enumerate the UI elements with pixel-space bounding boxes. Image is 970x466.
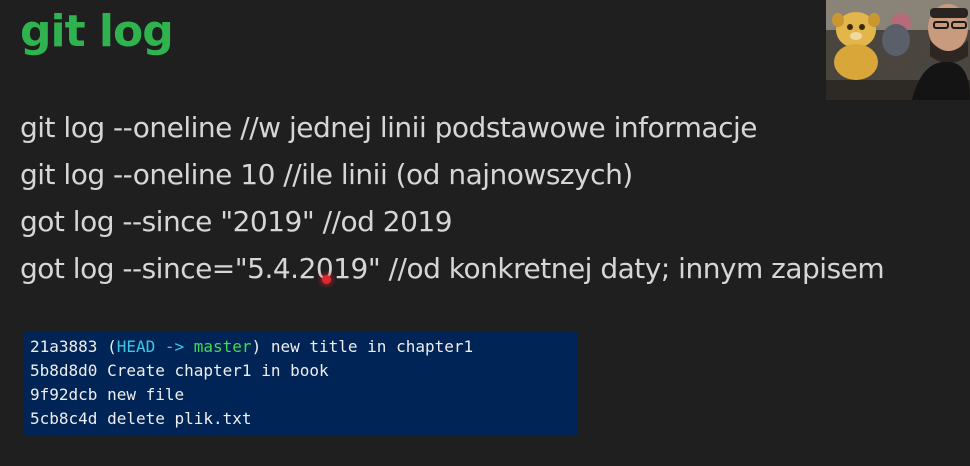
webcam-overlay xyxy=(826,0,970,100)
ref-arrow: -> xyxy=(155,337,194,356)
terminal-line: 21a3883 (HEAD -> master) new title in ch… xyxy=(30,335,572,359)
command-list: git log --oneline //w jednej linii podst… xyxy=(20,104,885,292)
paren-close: ) xyxy=(251,337,262,356)
slide-title: git log xyxy=(20,6,174,57)
commit-message: new title in chapter1 xyxy=(261,337,474,356)
terminal-line: 9f92dcb new file xyxy=(30,385,185,404)
paren-open: ( xyxy=(97,337,117,356)
mouse-pointer-highlight xyxy=(322,275,331,284)
slide: git log git log --oneline //w jednej lin… xyxy=(0,0,970,466)
command-line-oneline-10: git log --oneline 10 //ile linii (od naj… xyxy=(20,158,633,191)
commit-hash: 21a3883 xyxy=(30,337,98,356)
command-line-oneline: git log --oneline //w jednej linii podst… xyxy=(20,111,757,144)
head-ref: HEAD xyxy=(116,337,156,356)
terminal-line: 5b8d8d0 Create chapter1 in book xyxy=(30,361,329,380)
terminal-line: 5cb8c4d delete plik.txt xyxy=(30,409,252,428)
webcam-image xyxy=(826,0,970,100)
terminal-output: 21a3883 (HEAD -> master) new title in ch… xyxy=(24,332,578,436)
command-line-since-year: got log --since "2019" //od 2019 xyxy=(20,205,453,238)
command-line-since-date: got log --since="5.4.2019" //od konkretn… xyxy=(20,252,885,285)
branch-ref: master xyxy=(193,337,252,356)
